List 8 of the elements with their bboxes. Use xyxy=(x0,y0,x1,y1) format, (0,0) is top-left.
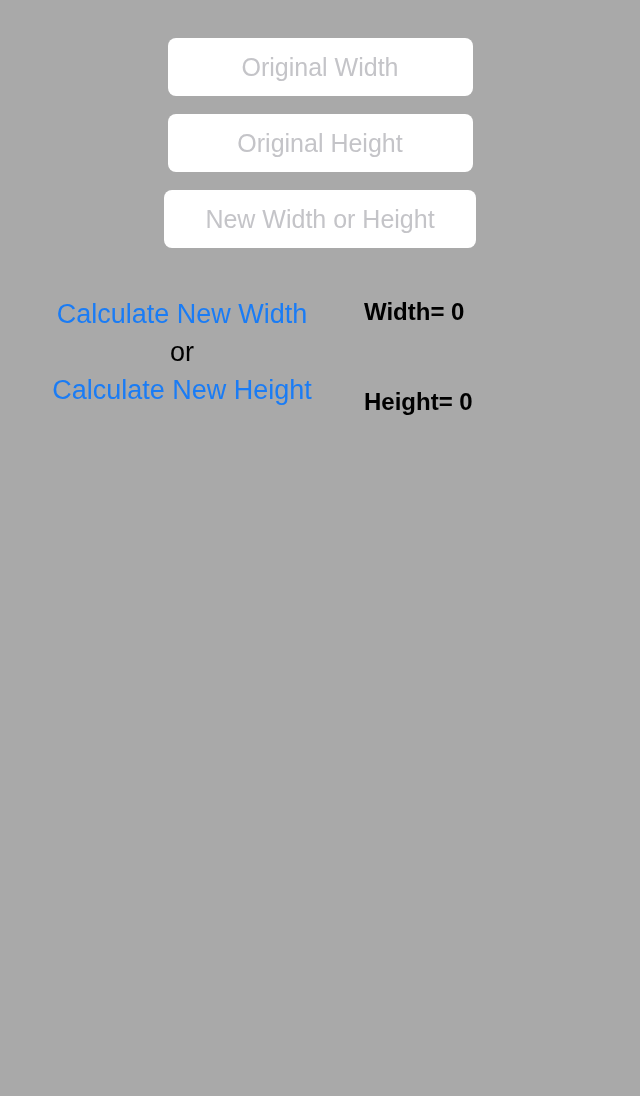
calculate-button[interactable]: Calculate New Height xyxy=(52,372,312,408)
text-field[interactable]: Original Height xyxy=(167,114,473,172)
result-label: Width= 0 xyxy=(364,297,466,327)
text-field[interactable]: New Width or Height xyxy=(164,190,476,248)
text-field[interactable]: Original Width xyxy=(167,38,473,96)
result-label: Height= 0 xyxy=(364,387,473,417)
calculate-button[interactable]: Calculate New Width xyxy=(56,296,308,332)
separator-text: or xyxy=(170,336,194,368)
